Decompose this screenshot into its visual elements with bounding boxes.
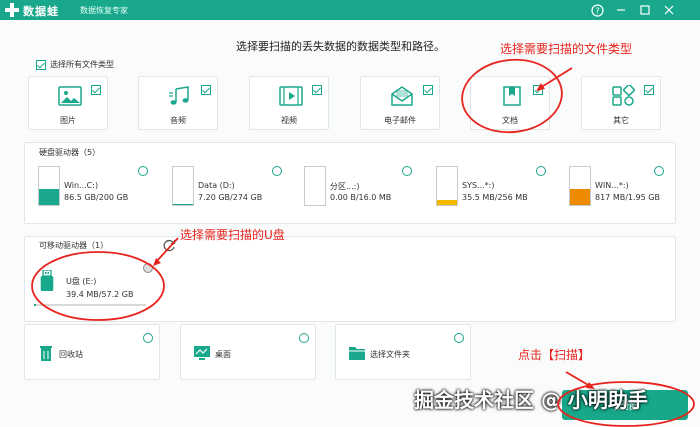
removable-drives-title: 可移动驱动器（1） [39, 241, 109, 250]
annotation-scan: 点击【扫描】 [518, 348, 591, 362]
hard-drives-title: 硬盘驱动器（5） [39, 148, 101, 157]
file-type-audio[interactable]: 音频 [138, 76, 218, 130]
checkbox[interactable] [533, 85, 543, 95]
other-icon [612, 85, 635, 106]
file-type-label: 其它 [613, 116, 629, 125]
email-icon [391, 86, 413, 106]
drive-radio[interactable] [402, 166, 412, 176]
location-radio[interactable] [299, 333, 309, 343]
drive-name: SYS...*:) [462, 181, 495, 190]
file-type-label: 文档 [502, 116, 518, 125]
document-icon [503, 86, 521, 106]
file-type-other[interactable]: 其它 [581, 76, 661, 130]
file-type-document[interactable]: 文档 [470, 76, 550, 130]
watermark: 掘金技术社区 @ 小明助手 [414, 388, 648, 412]
desktop-icon [194, 346, 210, 360]
location-label: 桌面 [215, 350, 231, 359]
usb-drive-name: U盘 (E:) [66, 277, 97, 286]
svg-text:?: ? [595, 6, 599, 15]
drive-usage-fill [173, 203, 193, 205]
drive-name: Data (D:) [198, 181, 235, 190]
usb-drive-icon [40, 270, 54, 291]
app-name: 数据蛙 [23, 5, 59, 18]
location-choose-folder[interactable]: 选择文件夹 [335, 324, 471, 380]
drive-icon [436, 166, 458, 206]
select-all-label: 选择所有文件类型 [50, 60, 114, 69]
annotation-usb: 选择需要扫描的U盘 [180, 228, 285, 242]
drive-icon [38, 166, 60, 206]
drive-name: Win...C:) [64, 181, 99, 190]
file-type-label: 音频 [170, 116, 186, 125]
restore-icon[interactable] [637, 2, 653, 18]
title-bar: 数据蛙 数据恢复专家 ? [0, 0, 700, 20]
minimize-icon[interactable] [613, 2, 629, 18]
app-subtitle: 数据恢复专家 [80, 6, 128, 15]
file-type-image[interactable]: 图片 [28, 76, 108, 130]
close-icon[interactable] [661, 2, 677, 18]
audio-icon [169, 86, 189, 105]
usb-usage-fill [34, 304, 37, 306]
drive-icon [304, 166, 326, 206]
location-label: 选择文件夹 [370, 350, 410, 359]
recycle-bin-icon [40, 346, 52, 361]
logo-cross-icon [5, 3, 19, 17]
location-label: 回收站 [59, 350, 83, 359]
usb-drive-size: 39.4 MB/57.2 GB [66, 290, 134, 299]
drive-size: 7.20 GB/274 GB [198, 193, 263, 202]
usb-drive-radio[interactable] [143, 263, 153, 273]
drive-usage-fill [437, 199, 457, 205]
checkbox[interactable] [644, 85, 654, 95]
image-icon [58, 86, 82, 106]
drive-name: 分区...:) [330, 182, 360, 191]
drive-radio[interactable] [272, 166, 282, 176]
usb-drive-e[interactable]: U盘 (E:) 39.4 MB/57.2 GB [34, 262, 146, 308]
checkbox[interactable] [201, 85, 211, 95]
file-type-label: 图片 [60, 116, 76, 125]
drive-size: 0.00 B/16.0 MB [330, 193, 392, 202]
drive-size: 86.5 GB/200 GB [64, 193, 129, 202]
file-type-label: 视频 [281, 116, 297, 125]
video-icon [279, 86, 303, 106]
checkbox[interactable] [91, 85, 101, 95]
select-all-types[interactable]: 选择所有文件类型 [36, 59, 114, 70]
instruction-text: 选择要扫描的丢失数据的数据类型和路径。 [236, 40, 445, 53]
help-circle-icon[interactable]: ? [589, 2, 605, 18]
drive-icon [172, 166, 194, 206]
drive-radio[interactable] [654, 166, 664, 176]
drive-size: 817 MB/1.95 GB [595, 193, 660, 202]
file-type-email[interactable]: 电子邮件 [360, 76, 440, 130]
checkbox[interactable] [423, 85, 433, 95]
location-desktop[interactable]: 桌面 [180, 324, 316, 380]
refresh-icon[interactable] [162, 238, 176, 252]
location-radio[interactable] [454, 333, 464, 343]
location-radio[interactable] [143, 333, 153, 343]
drive-radio[interactable] [138, 166, 148, 176]
usb-usage-bar [34, 304, 146, 306]
annotation-file-type: 选择需要扫描的文件类型 [500, 42, 633, 56]
drive-usage-fill [570, 189, 590, 205]
drive-icon [569, 166, 591, 206]
file-type-label: 电子邮件 [384, 116, 416, 125]
file-type-video[interactable]: 视频 [249, 76, 329, 130]
drive-size: 35.5 MB/256 MB [462, 193, 528, 202]
location-recycle-bin[interactable]: 回收站 [24, 324, 160, 380]
select-all-checkbox[interactable] [36, 59, 46, 70]
drive-radio[interactable] [536, 166, 546, 176]
drive-usage-fill [39, 188, 59, 205]
folder-icon [349, 347, 365, 360]
drive-name: WIN...*:) [595, 181, 629, 190]
checkbox[interactable] [312, 85, 322, 95]
